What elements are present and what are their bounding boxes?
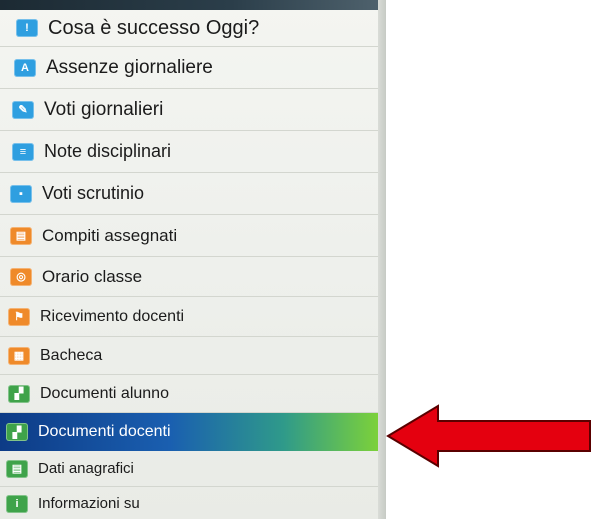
info-icon: i [6, 494, 28, 513]
menu-item-documenti-docenti[interactable]: ▞ Documenti docenti [0, 413, 378, 451]
homework-icon: ▤ [10, 226, 32, 245]
menu-item-note-disciplinari[interactable]: ≡ Note disciplinari [0, 131, 378, 173]
menu-item-label: Assenze giornaliere [46, 56, 213, 78]
menu-item-dati-anagrafici[interactable]: ▤ Dati anagrafici [0, 451, 378, 487]
menu-item-documenti-alunno[interactable]: ▞ Documenti alunno [0, 375, 378, 413]
board-icon: ▦ [8, 346, 30, 365]
grades-icon: ✎ [12, 100, 34, 119]
personal-data-icon: ▤ [6, 459, 28, 478]
screen-edge [378, 0, 386, 519]
menu-item-compiti-assegnati[interactable]: ▤ Compiti assegnati [0, 215, 378, 257]
menu-item-voti-scrutinio[interactable]: ▪ Voti scrutinio [0, 173, 378, 215]
menu-item-ricevimento-docenti[interactable]: ⚑ Ricevimento docenti [0, 297, 378, 337]
menu-item-orario-classe[interactable]: ◎ Orario classe [0, 257, 378, 297]
menu-item-label: Compiti assegnati [42, 225, 178, 245]
menu-item-label: Documenti docenti [38, 423, 171, 440]
meeting-icon: ⚑ [8, 307, 30, 326]
menu-item-label: Ricevimento docenti [40, 307, 185, 325]
menu-item-label: Orario classe [42, 266, 143, 286]
menu-item-label: Note disciplinari [44, 141, 172, 161]
clock-icon: ! [16, 19, 38, 37]
menu-item-assenze-giornaliere[interactable]: A Assenze giornaliere [0, 47, 378, 89]
menu-item-informazioni-su[interactable]: i Informazioni su [0, 487, 378, 519]
app-screen: ! Cosa è successo Oggi? A Assenze giorna… [0, 0, 386, 519]
teacher-documents-icon: ▞ [6, 423, 28, 441]
menu-item-label: Bacheca [40, 346, 103, 364]
menu-item-label: Voti giornalieri [44, 98, 164, 120]
menu-item-label: Voti scrutinio [42, 183, 145, 203]
status-bar [0, 0, 386, 10]
timetable-icon: ◎ [10, 267, 32, 286]
report-card-icon: ▪ [10, 184, 32, 203]
menu-item-label: Dati anagrafici [38, 460, 134, 477]
absence-icon: A [14, 58, 36, 77]
menu-item-label: Documenti alunno [40, 384, 169, 402]
student-documents-icon: ▞ [8, 384, 30, 403]
menu-item-label: Cosa è successo Oggi? [48, 16, 260, 39]
menu-item-cosa-e-successo-oggi[interactable]: ! Cosa è successo Oggi? [0, 10, 378, 47]
menu-item-label: Informazioni su [38, 495, 140, 512]
menu-item-bacheca[interactable]: ▦ Bacheca [0, 337, 378, 375]
notes-icon: ≡ [12, 142, 34, 161]
menu-item-voti-giornalieri[interactable]: ✎ Voti giornalieri [0, 89, 378, 131]
arrow-shape [386, 404, 591, 468]
red-arrow-icon [386, 404, 591, 468]
